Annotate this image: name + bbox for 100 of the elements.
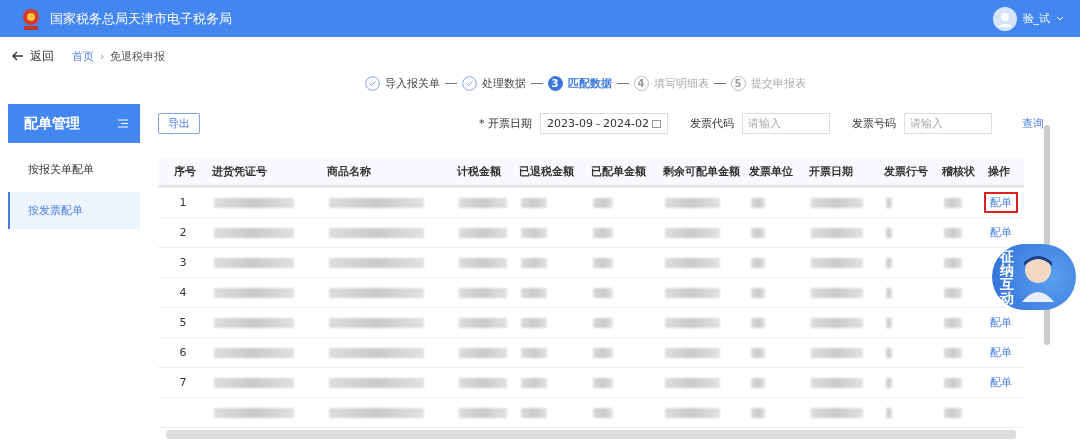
breadcrumb-link[interactable]: 免退税申报	[110, 48, 166, 64]
sidebar-title: 配单管理	[24, 114, 80, 133]
blurred-cell	[593, 197, 613, 208]
blurred-cell	[886, 257, 892, 268]
table-cell: 6	[179, 346, 187, 359]
arrow-left-icon	[12, 51, 24, 61]
blurred-cell	[521, 227, 547, 238]
blurred-cell	[751, 287, 765, 298]
blurred-cell	[593, 227, 613, 238]
blurred-cell	[944, 227, 962, 238]
blurred-cell	[665, 257, 720, 268]
sidebar-item[interactable]: 按报关单配单	[8, 151, 140, 188]
blurred-cell	[593, 287, 613, 298]
table-cell: 2	[179, 226, 187, 239]
match-link[interactable]: 配单	[984, 372, 1018, 393]
match-link[interactable]: 配单	[984, 312, 1018, 333]
blurred-cell	[459, 227, 507, 238]
blurred-cell	[521, 347, 547, 358]
export-button[interactable]: 导出	[158, 112, 200, 134]
column-header: 序号	[173, 164, 197, 179]
blurred-cell	[593, 257, 613, 268]
query-link[interactable]: 查询	[1022, 115, 1044, 131]
breadcrumb-separator: ›	[100, 49, 105, 63]
blurred-cell	[665, 347, 720, 358]
blurred-cell	[521, 407, 547, 418]
input-field[interactable]: 请输入	[742, 112, 830, 134]
blurred-cell	[751, 407, 765, 418]
column-header: 已配单金额	[590, 164, 647, 179]
blurred-cell	[665, 377, 720, 388]
breadcrumb-link[interactable]: 首页	[72, 48, 94, 64]
horizontal-scrollbar[interactable]	[166, 430, 1016, 439]
blurred-cell	[593, 317, 613, 328]
user-name[interactable]: 验_试	[1022, 11, 1050, 26]
column-header: 进货凭证号	[211, 164, 268, 179]
blurred-cell	[811, 347, 863, 358]
blurred-cell	[665, 407, 720, 418]
column-header: 商品名称	[326, 164, 372, 179]
blurred-cell	[521, 377, 547, 388]
blurred-cell	[886, 317, 892, 328]
step-number: 4	[633, 75, 649, 91]
blurred-cell	[811, 407, 863, 418]
step-number: 3	[547, 75, 563, 91]
blurred-cell	[811, 317, 863, 328]
blurred-cell	[811, 227, 863, 238]
table-cell: 7	[179, 376, 187, 389]
table-cell: 1	[179, 196, 187, 209]
match-link[interactable]: 配单	[984, 192, 1018, 213]
blurred-cell	[886, 407, 892, 418]
blurred-cell	[593, 407, 613, 418]
blurred-cell	[811, 377, 863, 388]
blurred-cell	[665, 317, 720, 328]
blurred-cell	[886, 197, 892, 208]
date-range-field[interactable]: 2023-09 - 2024-02	[540, 112, 668, 134]
blurred-cell	[751, 257, 765, 268]
blurred-cell	[459, 317, 507, 328]
blurred-cell	[944, 257, 962, 268]
blurred-cell	[459, 347, 507, 358]
step-label: 提交申报表	[750, 75, 806, 91]
match-link[interactable]: 配单	[984, 342, 1018, 363]
blurred-cell	[944, 347, 962, 358]
sidebar-item[interactable]: 按发票配单	[8, 192, 140, 229]
table-cell: 3	[179, 256, 187, 269]
chevron-down-icon[interactable]	[1056, 15, 1064, 22]
step-label: 导入报关单	[384, 75, 440, 91]
table-cell: 5	[179, 316, 187, 329]
filter-label: * 开票日期	[479, 115, 532, 131]
blurred-cell	[886, 287, 892, 298]
blurred-cell	[751, 197, 765, 208]
blurred-cell	[886, 227, 892, 238]
blurred-cell	[811, 197, 863, 208]
column-header: 发票行号	[883, 164, 929, 179]
menu-icon[interactable]	[118, 119, 128, 128]
blurred-cell	[751, 227, 765, 238]
blurred-cell	[811, 257, 863, 268]
column-header: 已退税金额	[518, 164, 575, 179]
blurred-cell	[751, 377, 765, 388]
column-header: 操作	[987, 164, 1011, 179]
match-link[interactable]: 配单	[984, 222, 1018, 243]
blurred-cell	[944, 377, 962, 388]
column-header: 计税金额	[456, 164, 502, 179]
filter-label: 发票号码	[852, 115, 896, 131]
blurred-cell	[521, 287, 547, 298]
column-header: 稽核状	[941, 164, 976, 179]
avatar-icon[interactable]	[992, 6, 1017, 31]
blurred-cell	[521, 317, 547, 328]
emblem-icon	[20, 6, 42, 31]
step-number: 5	[730, 75, 746, 91]
step-label: 匹配数据	[567, 75, 612, 91]
column-header: 发票单位	[748, 164, 794, 179]
blurred-cell	[944, 317, 962, 328]
back-link[interactable]: 返回	[12, 47, 54, 65]
blurred-cell	[459, 377, 507, 388]
blurred-cell	[944, 197, 962, 208]
blurred-cell	[459, 287, 507, 298]
table-cell: 4	[179, 286, 187, 299]
blurred-cell	[665, 287, 720, 298]
blurred-cell	[751, 347, 765, 358]
blurred-cell	[751, 317, 765, 328]
blurred-cell	[521, 197, 547, 208]
input-field[interactable]: 请输入	[904, 112, 992, 134]
